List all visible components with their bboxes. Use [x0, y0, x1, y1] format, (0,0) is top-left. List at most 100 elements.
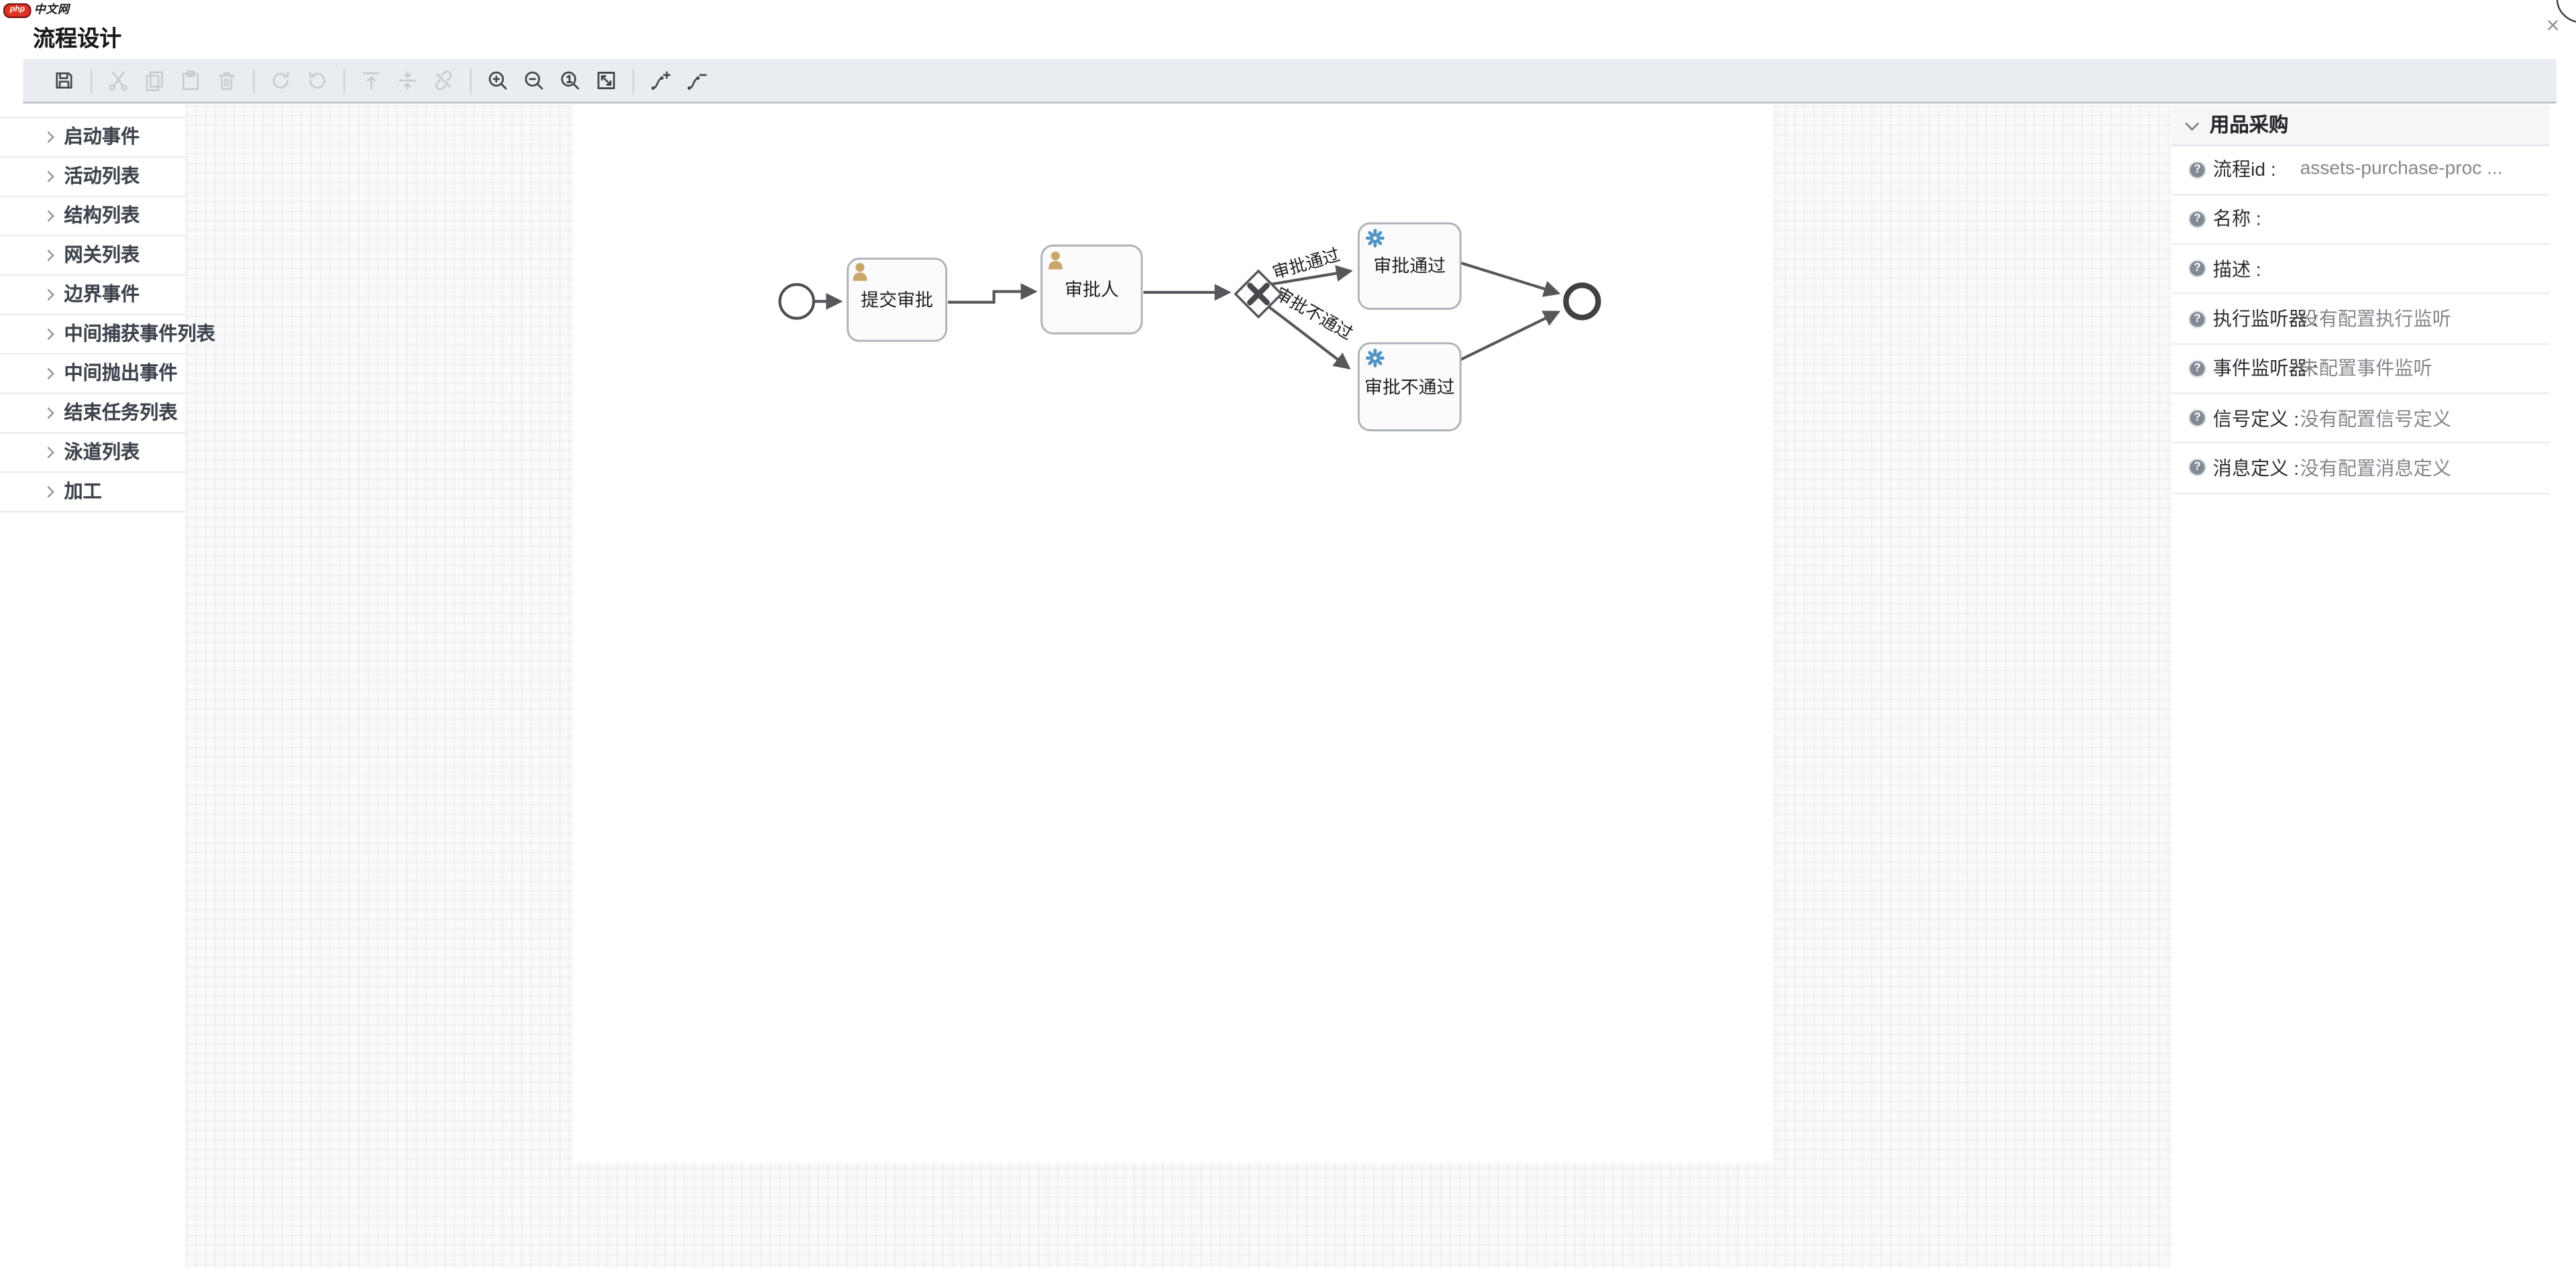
sidebar-item-start-events[interactable]: 启动事件: [0, 117, 186, 157]
undo-button: [299, 62, 335, 99]
zoom-reset-button[interactable]: [552, 62, 588, 99]
user-task-submit-approval[interactable]: 提交审批: [848, 259, 947, 341]
help-icon: ?: [2188, 210, 2206, 228]
fit-screen-button[interactable]: [588, 62, 625, 99]
chevron-right-icon: [43, 446, 54, 457]
chevron-right-icon: [43, 288, 54, 300]
remove-connection-button[interactable]: [678, 62, 714, 99]
paste-button: [172, 62, 209, 99]
service-task-rejected[interactable]: 审批不通过: [1358, 343, 1460, 431]
start-event-node[interactable]: [780, 284, 814, 318]
bpmn-canvas[interactable]: 审批通过 审批不通过 提交审批: [574, 105, 1773, 1163]
panel-row-name[interactable]: ? 名称 :: [2172, 195, 2550, 245]
toolbar-divider: [253, 68, 254, 93]
panel-row-description[interactable]: ? 描述 :: [2172, 245, 2550, 294]
help-icon: ?: [2188, 310, 2206, 328]
site-logo-text: 中文网: [34, 1, 70, 17]
redo-icon: [270, 69, 292, 92]
sidebar-item-intermediate-catch-events[interactable]: 中间捕获事件列表: [0, 315, 186, 354]
svg-text:审批通过: 审批通过: [1373, 256, 1446, 276]
panel-row-execution-listener[interactable]: ? 执行监听器 : 没有配置执行监听: [2172, 294, 2550, 344]
svg-text:审批不通过: 审批不通过: [1364, 378, 1455, 398]
chevron-right-icon: [43, 486, 54, 497]
chevron-down-icon: [2185, 116, 2199, 130]
panel-row-process-id[interactable]: ? 流程id : assets-purchase-proc ...: [2172, 146, 2550, 195]
undo-icon: [306, 69, 329, 92]
designer-toolbar: [23, 59, 2556, 103]
help-icon: ?: [2188, 459, 2206, 477]
end-event-node[interactable]: [1566, 285, 1598, 317]
unlink-icon: [432, 69, 455, 92]
palette-list: 启动事件 活动列表 结构列表 网关列表 边界事件 中间捕获事件列表: [0, 116, 186, 512]
close-icon[interactable]: ×: [2546, 13, 2559, 36]
align-top-button: [354, 62, 390, 99]
service-task-approved[interactable]: 审批通过: [1358, 223, 1460, 309]
panel-row-message-definition[interactable]: ? 消息定义 : 没有配置消息定义: [2172, 444, 2550, 494]
properties-panel: 用品采购 ? 流程id : assets-purchase-proc ... ?…: [2172, 105, 2576, 1268]
copy-button: [136, 62, 172, 99]
panel-row-signal-definition[interactable]: ? 信号定义 : 没有配置信号定义: [2172, 394, 2550, 444]
sidebar-item-gateway-list[interactable]: 网关列表: [0, 235, 186, 275]
sidebar-item-structure-list[interactable]: 结构列表: [0, 197, 186, 236]
zoom-reset-icon: [559, 69, 582, 92]
bpmn-diagram: 审批通过 审批不通过 提交审批: [574, 105, 1773, 1163]
toolbar-divider: [343, 68, 345, 93]
toolbar-divider: [470, 68, 471, 93]
workspace-grid: 审批通过 审批不通过 提交审批: [186, 105, 2172, 1268]
zoom-in-button[interactable]: [480, 62, 516, 99]
sidebar-item-intermediate-throw-events[interactable]: 中间抛出事件: [0, 354, 186, 394]
chevron-right-icon: [43, 209, 54, 221]
page-title: 流程设计: [33, 19, 121, 52]
unlink-button: [425, 62, 462, 99]
gear-icon: [1367, 231, 1383, 246]
panel-row-event-listener[interactable]: ? 事件监听器 : 未配置事件监听: [2172, 345, 2550, 394]
cut-icon: [107, 69, 129, 92]
sidebar-item-end-task-list[interactable]: 结束任务列表: [0, 394, 186, 433]
help-icon: ?: [2188, 409, 2206, 427]
delete-button: [209, 62, 245, 99]
save-icon: [52, 69, 75, 92]
chevron-right-icon: [43, 367, 54, 378]
align-top-icon: [360, 69, 382, 92]
help-icon: ?: [2188, 260, 2206, 278]
svg-text:审批人: 审批人: [1065, 280, 1119, 300]
properties-panel-header[interactable]: 用品采购: [2172, 105, 2550, 146]
chevron-right-icon: [43, 131, 54, 142]
chevron-right-icon: [43, 249, 54, 260]
cut-button: [100, 62, 136, 99]
redo-button: [263, 62, 299, 99]
php-logo-badge: php: [3, 3, 32, 17]
sidebar-item-boundary-events[interactable]: 边界事件: [0, 275, 186, 315]
sidebar-item-activity-list[interactable]: 活动列表: [0, 157, 186, 197]
element-palette-sidebar: 启动事件 活动列表 结构列表 网关列表 边界事件 中间捕获事件列表: [0, 105, 186, 1268]
process-designer-window: php 中文网 流程设计 ×: [0, 0, 2576, 1287]
process-name-title: 用品采购: [2210, 110, 2289, 138]
toolbar-divider: [91, 68, 92, 93]
toolbar-divider: [633, 68, 634, 93]
paste-icon: [179, 69, 202, 92]
fit-screen-icon: [595, 69, 618, 92]
gear-icon: [1367, 350, 1383, 366]
edge-approved-to-end[interactable]: [1460, 263, 1558, 293]
user-task-approver[interactable]: 审批人: [1042, 245, 1142, 333]
sidebar-item-processing[interactable]: 加工: [0, 472, 186, 512]
remove-connection-icon: [685, 69, 708, 92]
zoom-in-icon: [486, 69, 509, 92]
help-icon: ?: [2188, 359, 2206, 378]
trash-icon: [215, 69, 238, 92]
save-button[interactable]: [46, 62, 83, 99]
zoom-out-icon: [523, 69, 545, 92]
edge-submit-to-approver[interactable]: [948, 292, 1035, 302]
copy-icon: [143, 69, 166, 92]
add-connection-button[interactable]: [643, 62, 679, 99]
align-middle-button: [389, 62, 425, 99]
chevron-right-icon: [43, 327, 54, 339]
align-middle-icon: [396, 69, 419, 92]
chevron-right-icon: [43, 406, 54, 418]
help-icon: ?: [2188, 160, 2206, 178]
sidebar-item-swimlane-list[interactable]: 泳道列表: [0, 433, 186, 472]
edge-rejected-to-end[interactable]: [1460, 312, 1558, 359]
zoom-out-button[interactable]: [516, 62, 552, 99]
add-connection-icon: [649, 69, 672, 92]
site-logo: php 中文网: [3, 1, 70, 17]
